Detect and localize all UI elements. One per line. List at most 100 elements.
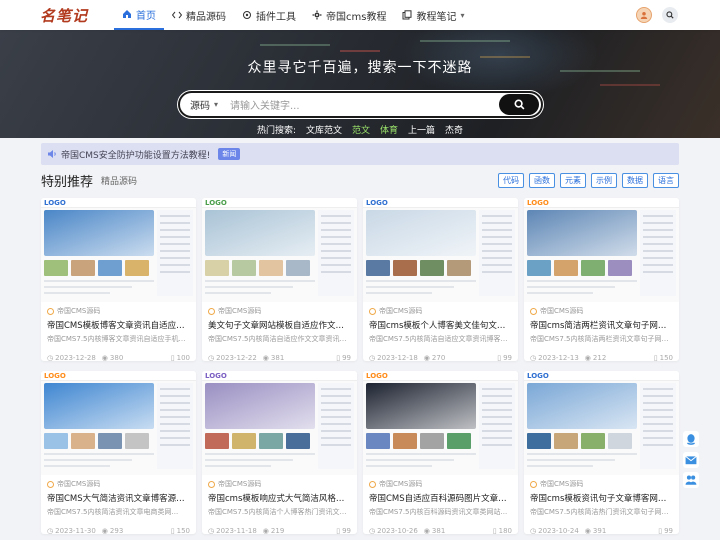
card-date: ◷ 2023-12-28 [47, 354, 96, 361]
community-button[interactable] [683, 472, 699, 488]
card-views: ◉ 391 [585, 527, 606, 534]
card-views-value: 219 [270, 527, 285, 534]
card-category[interactable]: 帝国CMS源码 [524, 475, 679, 489]
card-thumbnail[interactable]: LOGO [41, 371, 196, 475]
card-thumbnail[interactable]: LOGO [202, 371, 357, 475]
card-title[interactable]: 帝国CMS自适应百科源码图片文章资讯通... [363, 489, 518, 504]
card-description: 帝国CMS7.5内核简洁自适应文章资讯博客新... [369, 335, 515, 343]
card-views-value: 212 [592, 354, 607, 361]
card-views: ◉ 270 [424, 354, 445, 361]
card-date: ◷ 2023-12-13 [530, 354, 579, 361]
thumb-sidebar [318, 210, 354, 296]
card-thumbnail[interactable]: LOGO [363, 198, 518, 302]
thumb-image-row [527, 433, 632, 449]
card-meta: ◷ 2023-12-13 ◉ 212 ▯ 150 [524, 344, 679, 361]
product-card[interactable]: LOGO 帝国CMS源码 帝国cms模板资讯句子文章博客网站自适... 帝国CM… [524, 371, 679, 534]
card-category[interactable]: 帝国CMS源码 [202, 302, 357, 316]
clock-icon: ◷ [208, 527, 215, 534]
eye-icon: ◉ [101, 527, 108, 534]
gear-icon [312, 10, 322, 20]
nav-item-home[interactable]: 首页 [114, 0, 164, 30]
announcement-tag: 新闻 [218, 148, 241, 160]
tag-filter[interactable]: 代码 [498, 172, 524, 188]
user-avatar-button[interactable] [636, 7, 652, 23]
hot-search-link[interactable]: 上一篇 [408, 123, 435, 136]
hot-search-link[interactable]: 体育 [380, 123, 398, 136]
card-date: ◷ 2023-10-24 [530, 527, 579, 534]
card-likes-value: 99 [503, 354, 512, 361]
product-card[interactable]: LOGO 帝国CMS源码 帝国CMS模板博客文章资讯自适应手机H... 帝国CM… [41, 198, 196, 361]
tag-filter[interactable]: 元素 [560, 172, 586, 188]
thumb-banner-image [366, 210, 476, 256]
thumb-banner-image [527, 210, 637, 256]
card-title[interactable]: 帝国CMS模板博客文章资讯自适应手机H... [41, 316, 196, 331]
nav-item-cms-tutorial[interactable]: 帝国cms教程 [304, 0, 394, 30]
card-title[interactable]: 美文句子文章网站模板自适应作文百科资... [202, 316, 357, 331]
announcement-bar[interactable]: 帝国CMS安全防护功能设置方法教程! 新闻 [41, 143, 679, 165]
card-date-value: 2023-12-28 [55, 354, 96, 361]
nav-item-plugins[interactable]: 插件工具 [234, 0, 304, 30]
nav-label: 插件工具 [256, 11, 296, 23]
search-type-select[interactable]: 源码 ▾ [180, 97, 224, 112]
eye-icon: ◉ [584, 354, 591, 361]
announcement-text: 帝国CMS安全防护功能设置方法教程! [61, 150, 211, 161]
tag-filter[interactable]: 语言 [653, 172, 679, 188]
card-thumbnail[interactable]: LOGO [202, 198, 357, 302]
bookmark-icon: ▯ [653, 354, 658, 361]
card-title[interactable]: 帝国cms模板资讯句子文章博客网站自适... [524, 489, 679, 504]
users-icon [685, 475, 697, 485]
card-title[interactable]: 帝国CMS大气简洁资讯文章博客源码电商... [41, 489, 196, 504]
card-views: ◉ 212 [585, 354, 606, 361]
card-date: ◷ 2023-11-18 [208, 527, 257, 534]
card-thumbnail[interactable]: LOGO [41, 198, 196, 302]
card-title[interactable]: 帝国cms模板响应式大气简洁风格资讯文... [202, 489, 357, 504]
product-card[interactable]: LOGO 帝国CMS源码 美文句子文章网站模板自适应作文百科资... 帝国CMS… [202, 198, 357, 361]
header-search-button[interactable] [662, 7, 678, 23]
category-icon [369, 480, 376, 488]
card-thumbnail[interactable]: LOGO [363, 371, 518, 475]
card-category[interactable]: 帝国CMS源码 [202, 475, 357, 489]
tag-filter[interactable]: 函数 [529, 172, 555, 188]
hot-search-link[interactable]: 杰奇 [445, 123, 463, 136]
card-likes-value: 150 [176, 527, 190, 534]
thumb-image-row [44, 260, 149, 276]
thumb-banner-image [205, 210, 315, 256]
card-likes: ▯ 150 [654, 354, 673, 361]
product-card[interactable]: LOGO 帝国CMS源码 帝国cms简洁两栏资讯文章句子网美文源... 帝国CM… [524, 198, 679, 361]
card-views-value: 293 [109, 527, 124, 534]
card-description: 帝国CMS7.5内核简洁两栏资讯文章句子网美... [530, 335, 676, 343]
tag-filter[interactable]: 数据 [622, 172, 648, 188]
card-views: ◉ 381 [263, 354, 284, 361]
nav-item-notes[interactable]: 教程笔记 ▾ [394, 0, 472, 30]
card-title[interactable]: 帝国cms模板个人博客美文佳句文章资讯... [363, 316, 518, 331]
hot-search-link[interactable]: 文库范文 [306, 123, 342, 136]
product-card[interactable]: LOGO 帝国CMS源码 帝国cms模板响应式大气简洁风格资讯文... 帝国CM… [202, 371, 357, 534]
hot-search-link[interactable]: 范文 [352, 123, 370, 136]
clock-icon: ◷ [369, 354, 376, 361]
product-card[interactable]: LOGO 帝国CMS源码 帝国cms模板个人博客美文佳句文章资讯... 帝国CM… [363, 198, 518, 361]
clock-icon: ◷ [369, 527, 376, 534]
email-contact-button[interactable] [683, 452, 699, 468]
card-category[interactable]: 帝国CMS源码 [41, 302, 196, 316]
site-logo[interactable]: 名笔记 [40, 5, 110, 26]
card-category[interactable]: 帝国CMS源码 [363, 302, 518, 316]
card-category-label: 帝国CMS源码 [540, 480, 584, 488]
nav-item-source-code[interactable]: 精品源码 [164, 0, 234, 30]
hot-search-label: 热门搜索: [256, 126, 296, 136]
clock-icon: ◷ [47, 354, 54, 361]
tag-filter[interactable]: 示例 [591, 172, 617, 188]
home-icon [123, 10, 131, 18]
card-category[interactable]: 帝国CMS源码 [41, 475, 196, 489]
qq-contact-button[interactable] [683, 431, 699, 447]
product-card[interactable]: LOGO 帝国CMS源码 帝国CMS自适应百科源码图片文章资讯通... 帝国CM… [363, 371, 518, 534]
search-submit-button[interactable] [499, 94, 539, 115]
search-input[interactable]: 请输入关键字... [224, 97, 499, 112]
card-thumbnail[interactable]: LOGO [524, 371, 679, 475]
card-title[interactable]: 帝国cms简洁两栏资讯文章句子网美文源... [524, 316, 679, 331]
thumb-sidebar [157, 210, 193, 296]
card-category[interactable]: 帝国CMS源码 [524, 302, 679, 316]
card-meta: ◷ 2023-11-30 ◉ 293 ▯ 150 [41, 517, 196, 534]
card-thumbnail[interactable]: LOGO [524, 198, 679, 302]
product-card[interactable]: LOGO 帝国CMS源码 帝国CMS大气简洁资讯文章博客源码电商... 帝国CM… [41, 371, 196, 534]
card-category[interactable]: 帝国CMS源码 [363, 475, 518, 489]
